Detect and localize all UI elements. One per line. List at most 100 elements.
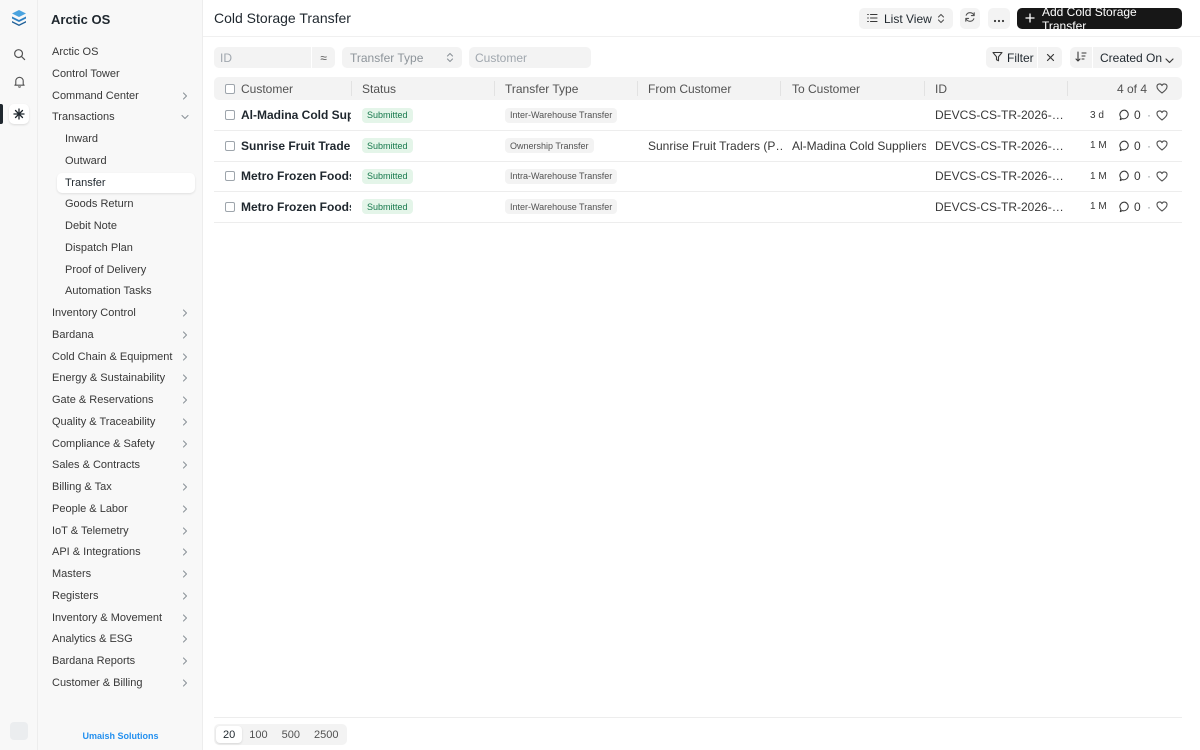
to-customer-cell (792, 100, 926, 130)
id-filter-input[interactable] (214, 47, 311, 68)
sidebar-item-transactions[interactable]: Transactions (44, 107, 196, 127)
sidebar-item-sales-and-contracts[interactable]: Sales & Contracts (44, 455, 196, 475)
page-size-20[interactable]: 20 (216, 726, 243, 743)
row-checkbox[interactable] (225, 131, 235, 161)
comment-icon[interactable] (1119, 131, 1131, 161)
sidebar-item-masters[interactable]: Masters (44, 564, 196, 584)
sidebar-item-quality-and-traceability[interactable]: Quality & Traceability (44, 412, 196, 432)
column-divider (924, 81, 925, 96)
sidebar-item-billing-and-tax[interactable]: Billing & Tax (44, 477, 196, 497)
heart-icon[interactable] (1156, 192, 1168, 222)
sidebar-item-bardana[interactable]: Bardana (44, 325, 196, 345)
customer-cell[interactable]: Metro Frozen Foods (241, 161, 351, 191)
customer-cell[interactable]: Metro Frozen Foods (241, 192, 351, 222)
sidebar-item-api-and-integrations[interactable]: API & Integrations (44, 542, 196, 562)
customer-cell[interactable]: Al-Madina Cold Suppliers (241, 100, 351, 130)
table-row[interactable]: Metro Frozen Foods Submitted Intra-Warehou… (214, 161, 1182, 193)
add-transfer-button[interactable]: Add Cold Storage Transfer (1017, 5, 1182, 33)
column-to-customer[interactable]: To Customer (792, 77, 860, 100)
sort-field-button[interactable]: Created On (1093, 47, 1182, 68)
customer-filter-input[interactable] (469, 47, 591, 68)
app-logo-icon[interactable] (10, 9, 28, 27)
sidebar-item-energy-and-sustainability[interactable]: Energy & Sustainability (44, 368, 196, 388)
row-checkbox[interactable] (225, 192, 235, 222)
heart-icon[interactable] (1156, 100, 1168, 130)
sidebar-item-people-and-labor[interactable]: People & Labor (44, 499, 196, 519)
sidebar-item-inventory-control[interactable]: Inventory Control (44, 303, 196, 323)
column-from-customer[interactable]: From Customer (648, 77, 731, 100)
sidebar-item-proof-of-delivery[interactable]: Proof of Delivery (57, 260, 195, 280)
heart-icon[interactable] (1156, 161, 1168, 191)
sidebar-item-customer-and-billing[interactable]: Customer & Billing (44, 673, 196, 693)
sidebar-item-goods-return[interactable]: Goods Return (57, 194, 195, 214)
sidebar-item-dispatch-plan[interactable]: Dispatch Plan (57, 238, 195, 258)
sidebar-item-bardana-reports[interactable]: Bardana Reports (44, 651, 196, 671)
add-transfer-label: Add Cold Storage Transfer (1042, 4, 1137, 33)
id-cell[interactable]: DEVCS-CS-TR-2026-00… (935, 192, 1068, 222)
column-transfer-type[interactable]: Transfer Type (505, 77, 578, 100)
sidebar-item-arctic-os[interactable]: Arctic OS (44, 42, 196, 62)
clear-filter-button[interactable] (1038, 47, 1062, 68)
sidebar-item-label: Compliance & Safety (52, 437, 155, 450)
refresh-button[interactable] (960, 8, 980, 29)
view-switcher[interactable]: List View (859, 8, 953, 29)
sidebar-item-label: Gate & Reservations (52, 394, 154, 406)
table-row[interactable]: Sunrise Fruit Traders Submitted Ownership … (214, 131, 1182, 162)
sidebar-item-analytics-and-esg[interactable]: Analytics & ESG (44, 629, 196, 649)
sidebar-item-iot-and-telemetry[interactable]: IoT & Telemetry (44, 521, 196, 541)
sidebar-item-debit-note[interactable]: Debit Note (57, 216, 195, 236)
heart-icon[interactable] (1156, 77, 1168, 100)
transfer-type-filter[interactable]: Transfer Type (342, 47, 462, 68)
sidebar-item-transfer[interactable]: Transfer (57, 172, 195, 193)
sidebar-item-label: Cold Chain & Equipment (52, 350, 173, 363)
page-size-100[interactable]: 100 (242, 726, 274, 743)
heart-icon[interactable] (1156, 131, 1168, 161)
select-all-checkbox[interactable] (225, 77, 235, 100)
row-checkbox[interactable] (225, 161, 235, 191)
id-cell[interactable]: DEVCS-CS-TR-2026-00… (935, 100, 1068, 130)
page-size-500[interactable]: 500 (275, 726, 307, 743)
sort-direction-button[interactable] (1070, 47, 1092, 68)
sidebar-item-cold-chain-and-equipment[interactable]: Cold Chain & Equipment (44, 347, 196, 367)
id-match-toggle[interactable]: ≈ (312, 47, 335, 68)
sidebar-item-control-tower[interactable]: Control Tower (44, 64, 196, 84)
page-size-2500[interactable]: 2500 (307, 726, 345, 743)
comment-icon[interactable] (1119, 192, 1131, 222)
sidebar-item-command-center[interactable]: Command Center (44, 86, 196, 106)
row-checkbox[interactable] (225, 100, 235, 130)
comment-icon[interactable] (1119, 161, 1131, 191)
sidebar-item-inventory-and-movement[interactable]: Inventory & Movement (44, 608, 196, 628)
bell-icon[interactable] (9, 71, 29, 91)
sidebar-item-outward[interactable]: Outward (57, 151, 195, 171)
to-customer-cell (792, 192, 926, 222)
sidebar-item-automation-tasks[interactable]: Automation Tasks (57, 281, 195, 301)
footer-divider (214, 717, 1182, 718)
column-divider (351, 81, 352, 96)
user-avatar[interactable] (10, 722, 28, 740)
customer-cell[interactable]: Sunrise Fruit Traders (241, 131, 351, 161)
sort-label: Created On (1100, 50, 1163, 65)
sidebar-item-label: Debit Note (65, 220, 117, 232)
sidebar-item-label: Energy & Sustainability (52, 372, 166, 385)
sidebar-item-inward[interactable]: Inward (57, 129, 195, 149)
chevron-right-icon (180, 417, 190, 427)
comment-icon[interactable] (1119, 100, 1131, 130)
search-icon[interactable] (9, 44, 29, 64)
select-arrows-icon (937, 13, 945, 27)
column-customer[interactable]: Customer (241, 77, 293, 100)
id-cell[interactable]: DEVCS-CS-TR-2026-00… (935, 131, 1068, 161)
column-id[interactable]: ID (935, 77, 947, 100)
column-status[interactable]: Status (362, 77, 396, 100)
sidebar-item-registers[interactable]: Registers (44, 586, 196, 606)
filter-button[interactable]: Filter (986, 47, 1037, 68)
sidebar-item-gate-and-reservations[interactable]: Gate & Reservations (44, 390, 196, 410)
table-row[interactable]: Metro Frozen Foods Submitted Inter-Warehou… (214, 192, 1182, 223)
workspace-icon[interactable] (9, 104, 29, 124)
company-link[interactable]: Umaish Solutions (38, 731, 203, 741)
modified-age: 1 M (1090, 201, 1107, 213)
more-button[interactable] (988, 8, 1010, 29)
id-cell[interactable]: DEVCS-CS-TR-2026-00… (935, 161, 1068, 191)
table-row[interactable]: Al-Madina Cold Suppliers Submitted Inter-W… (214, 100, 1182, 131)
sidebar-item-compliance-and-safety[interactable]: Compliance & Safety (44, 434, 196, 454)
chevron-right-icon (180, 460, 190, 470)
